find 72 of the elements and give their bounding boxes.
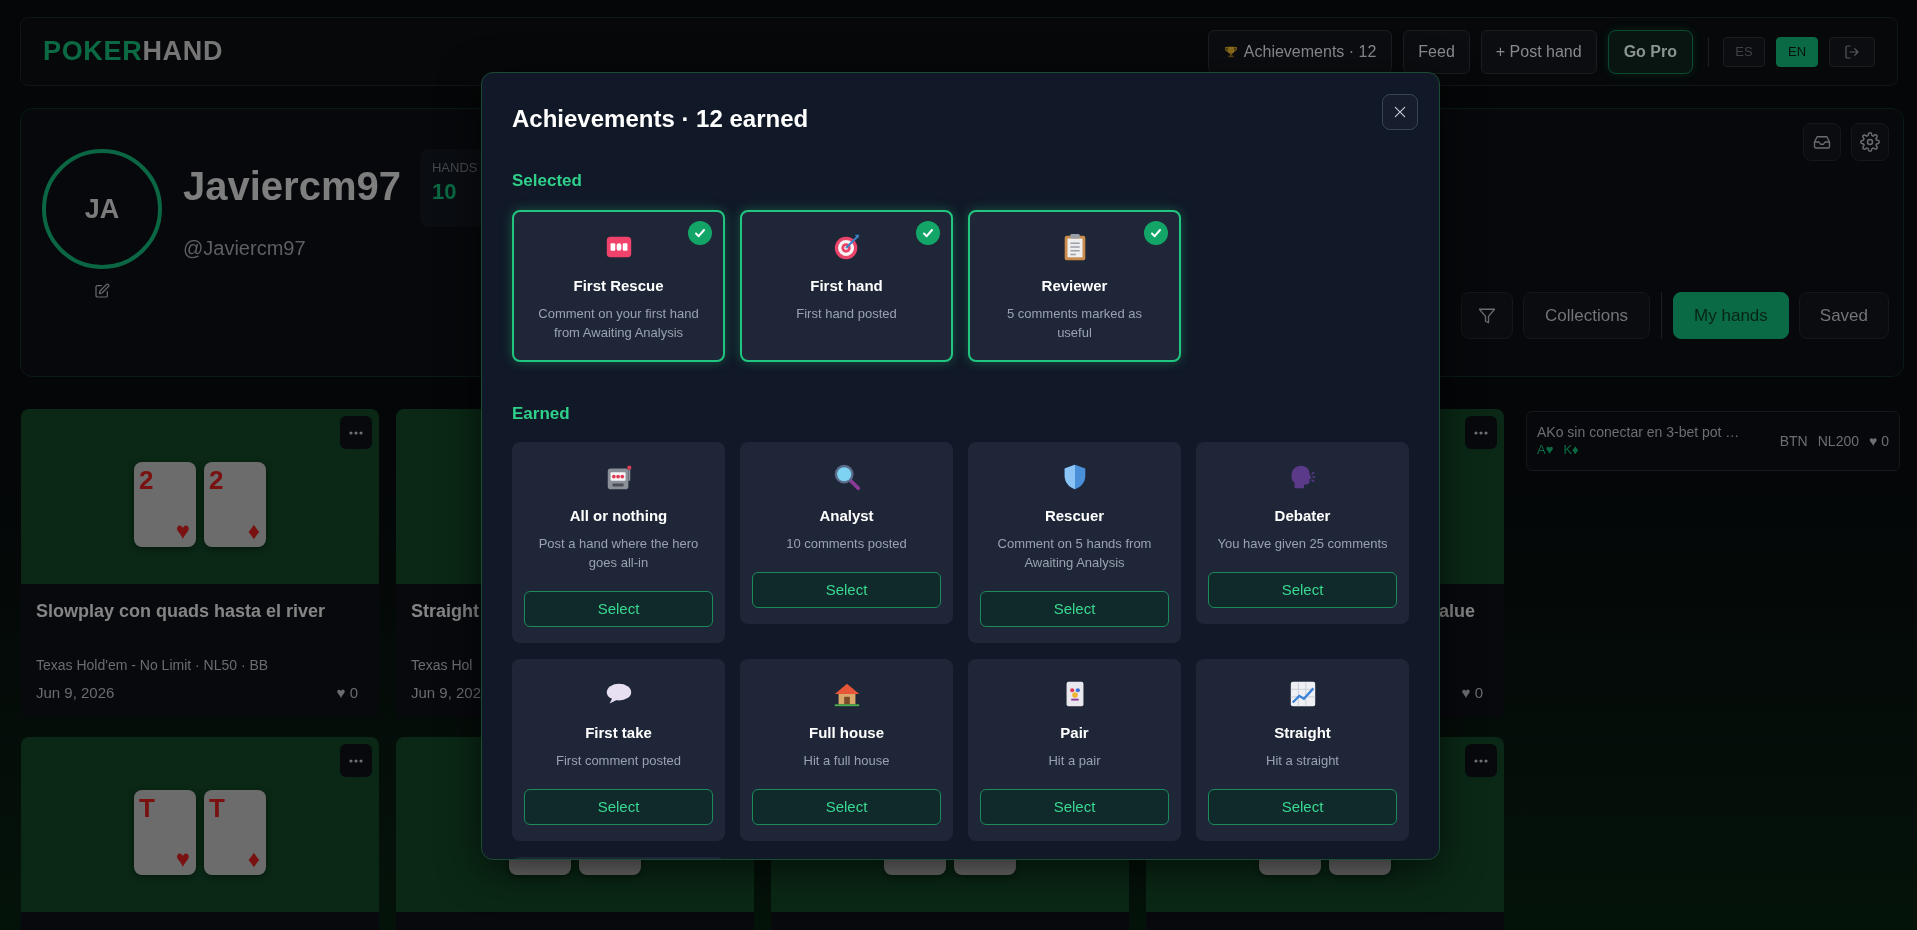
achievement-description: You have given 25 comments <box>1217 535 1388 553</box>
achievement-title: First Rescue <box>573 276 664 296</box>
user-handle: @Javiercm97 <box>183 236 307 261</box>
hand-title: alue <box>1438 600 1475 623</box>
achievement-description: 5 comments marked as useful <box>1005 305 1144 342</box>
select-button[interactable]: Select <box>524 591 713 627</box>
select-button[interactable]: Select <box>980 591 1169 627</box>
card-label: A♥ <box>1537 441 1554 459</box>
achievement-title: Debater <box>1274 506 1331 526</box>
achievement-title: Analyst <box>819 506 874 526</box>
stat-label: HANDS <box>431 159 479 177</box>
like-count: ♥ 0 <box>1461 683 1484 703</box>
achievement-card[interactable]: All or nothing Post a hand where the hero goes all-in Select <box>512 442 725 643</box>
achievement-card[interactable]: Rescuer Comment on 5 hands from Awaiting Analysis Select <box>968 442 1181 643</box>
playing-card: 2 ♦ <box>204 461 266 547</box>
position-label: BTN <box>1779 431 1808 451</box>
achievement-title: Reviewer <box>1041 276 1108 296</box>
tab[interactable]: Saved <box>1798 292 1889 339</box>
achievement-card[interactable]: First take First comment posted Select <box>512 659 725 841</box>
playing-card: T ♥ <box>134 789 196 875</box>
achievement-title: Rescuer <box>1044 506 1105 526</box>
stake-label: NL200 <box>1817 431 1859 451</box>
achievement-title: Full house <box>809 723 884 743</box>
achievement-card[interactable]: Analyst 10 comments posted Select <box>740 442 953 624</box>
achievement-card[interactable]: Full house Hit a full house Select <box>740 659 953 841</box>
select-button[interactable]: Select <box>752 789 941 825</box>
achievement-title: All or nothing <box>569 506 668 526</box>
select-button[interactable]: Select <box>1208 572 1397 608</box>
achievement-description: Post a hand where the hero goes all-in <box>537 535 700 572</box>
hand-list-item[interactable]: AKo sin conectar en 3-bet pot … A♥ K♦ BTN NL200 ♥ 0 <box>1526 411 1900 471</box>
like-count: ♥ 0 <box>1869 431 1889 451</box>
hand-meta: Texas Hol <box>411 656 473 675</box>
logo: POKERHAND <box>43 35 224 69</box>
achievement-title: Straight <box>1274 723 1331 743</box>
achievement-description: Hit a straight <box>1266 752 1339 770</box>
section-heading: Earned <box>512 403 571 425</box>
pro-button[interactable]: Go Pro <box>1607 29 1693 74</box>
nav-button[interactable]: Achievements · 12 <box>1207 29 1393 74</box>
nav-button[interactable]: + Post hand <box>1480 29 1597 74</box>
section-heading: Selected <box>512 170 583 192</box>
achievement-card[interactable]: Debater You have given 25 comments Select <box>1196 442 1409 624</box>
collections-button[interactable]: Collections <box>1522 292 1651 339</box>
like-count: ♥ 0 <box>336 683 359 703</box>
card-label: K♦ <box>1563 441 1579 459</box>
achievement-description: First comment posted <box>556 752 681 770</box>
dialog-title: Achievements · 12 earned <box>512 104 809 134</box>
select-button[interactable]: Select <box>524 789 713 825</box>
achievement-card[interactable]: Straight Hit a straight Select <box>1196 659 1409 841</box>
playing-card: T ♦ <box>204 789 266 875</box>
hand-title: AKo sin conectar en 3-bet pot … <box>1537 423 1741 441</box>
achievement-description: 10 comments posted <box>786 535 907 553</box>
user-name: Javiercm97 <box>183 163 401 210</box>
achievement-description: Hit a pair <box>1048 752 1101 770</box>
select-button[interactable]: Select <box>752 572 941 608</box>
achievement-card[interactable]: Pair Hit a pair Select <box>968 659 1181 841</box>
hand-title: Straight <box>411 600 479 623</box>
hand-date: Jun 9, 2026 <box>36 683 115 703</box>
achievement-title: First take <box>585 723 652 743</box>
hand-date: Jun 9, 202 <box>411 683 482 703</box>
hand-meta: Texas Hold'em - No Limit · NL50 · BB <box>36 656 269 675</box>
achievement-title: Pair <box>1060 723 1089 743</box>
select-button[interactable]: Select <box>1208 789 1397 825</box>
achievement-description: First hand posted <box>796 305 897 323</box>
achievement-description: Comment on your first hand from Awaiting Analysis <box>537 305 700 342</box>
nav-button[interactable]: Feed <box>1403 29 1470 74</box>
achievement-description: Hit a full house <box>803 752 890 770</box>
playing-card: 2 ♥ <box>134 461 196 547</box>
select-button[interactable]: Select <box>980 789 1169 825</box>
hand-title: Slowplay con quads hasta el river <box>36 600 326 623</box>
avatar: JA <box>42 149 162 269</box>
achievement-description: Comment on 5 hands from Awaiting Analysis <box>996 535 1153 572</box>
achievement-title: First hand <box>810 276 883 296</box>
